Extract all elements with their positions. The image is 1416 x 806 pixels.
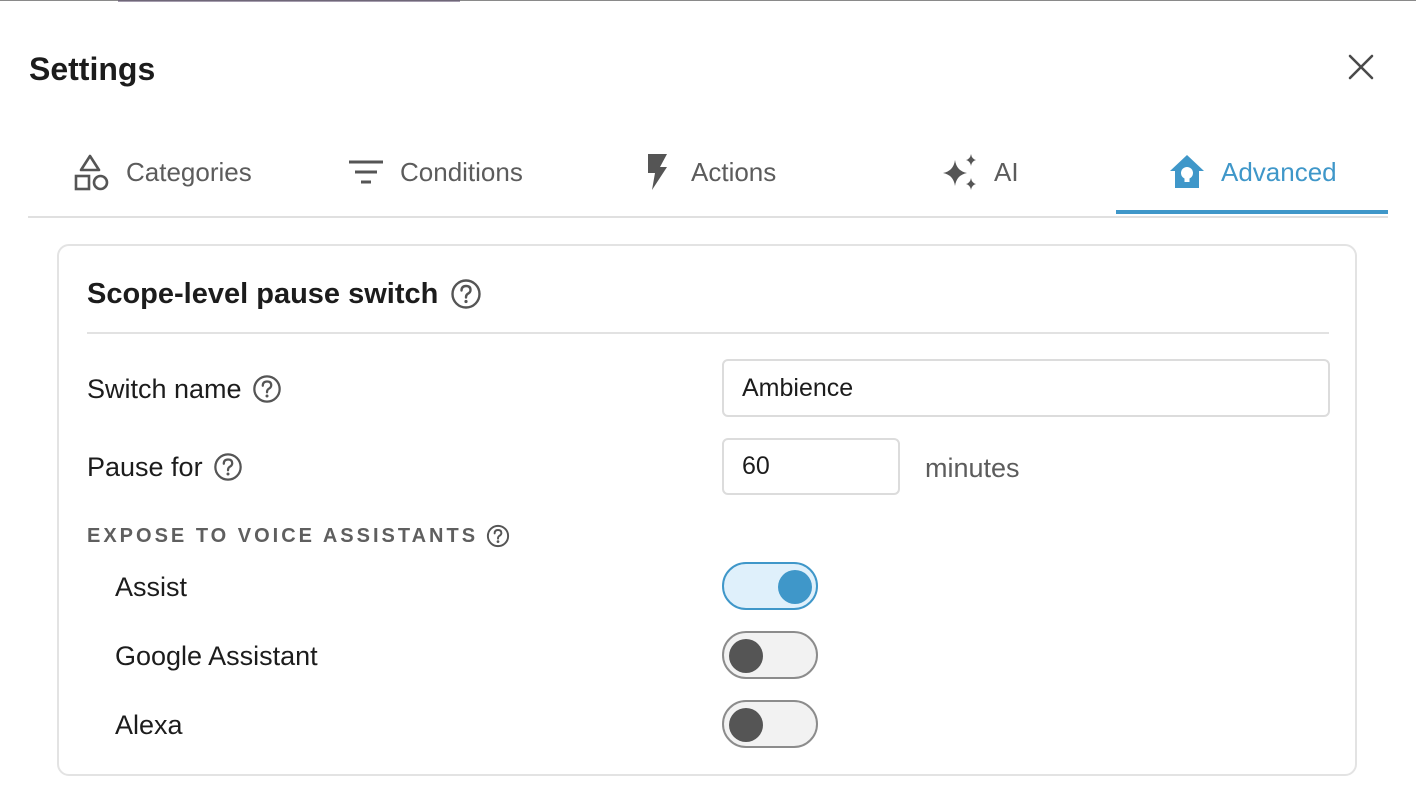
tab-categories[interactable]: Categories	[72, 128, 252, 216]
tab-advanced[interactable]: Advanced	[1167, 128, 1337, 216]
voice-assistants-header: EXPOSE TO VOICE ASSISTANTS	[87, 524, 510, 548]
tab-ai[interactable]: AI	[940, 128, 1019, 216]
tab-label: AI	[994, 156, 1019, 187]
settings-card	[57, 244, 1357, 776]
tab-label: Conditions	[400, 156, 523, 187]
switch-name-label: Switch name	[87, 373, 282, 405]
toggle-knob	[778, 570, 812, 604]
toggle-knob	[729, 708, 763, 742]
card-title: Scope-level pause switch	[87, 276, 482, 312]
tab-label: Advanced	[1221, 156, 1337, 187]
pause-unit: minutes	[925, 453, 1020, 483]
close-button[interactable]	[1340, 46, 1382, 88]
switch-name-input[interactable]	[722, 359, 1330, 417]
sparkles-icon	[940, 152, 980, 192]
assistant-label-alexa: Alexa	[115, 710, 183, 740]
card-divider	[87, 332, 1329, 334]
pause-for-label: Pause for	[87, 451, 243, 483]
tab-actions[interactable]: Actions	[637, 128, 776, 216]
help-icon[interactable]	[486, 524, 510, 548]
pause-for-input[interactable]	[722, 438, 900, 495]
flash-icon	[637, 152, 677, 192]
tab-bar: Categories Conditions Actions AI Advance…	[28, 128, 1388, 218]
help-icon[interactable]	[450, 278, 482, 310]
toggle-assist[interactable]	[722, 562, 818, 610]
home-lightbulb-icon	[1167, 152, 1207, 192]
close-icon	[1348, 54, 1374, 80]
toggle-knob	[729, 639, 763, 673]
voice-assistants-header-text: EXPOSE TO VOICE ASSISTANTS	[87, 525, 479, 547]
card-title-text: Scope-level pause switch	[87, 278, 439, 310]
background-image-edge	[118, 0, 460, 2]
filter-icon	[346, 152, 386, 192]
tab-label: Actions	[691, 156, 777, 187]
help-icon[interactable]	[213, 452, 243, 482]
active-tab-indicator	[1116, 210, 1388, 214]
toggle-alexa[interactable]	[722, 700, 818, 748]
help-icon[interactable]	[252, 374, 282, 404]
assistant-label-assist: Assist	[115, 572, 188, 602]
tab-label: Categories	[126, 156, 252, 187]
assistant-label-google: Google Assistant	[115, 641, 318, 671]
pause-for-label-text: Pause for	[87, 452, 203, 482]
toggle-google-assistant[interactable]	[722, 631, 818, 679]
dialog-title: Settings	[29, 51, 156, 87]
shapes-icon	[72, 152, 112, 192]
tab-conditions[interactable]: Conditions	[346, 128, 523, 216]
switch-name-label-text: Switch name	[87, 374, 242, 404]
